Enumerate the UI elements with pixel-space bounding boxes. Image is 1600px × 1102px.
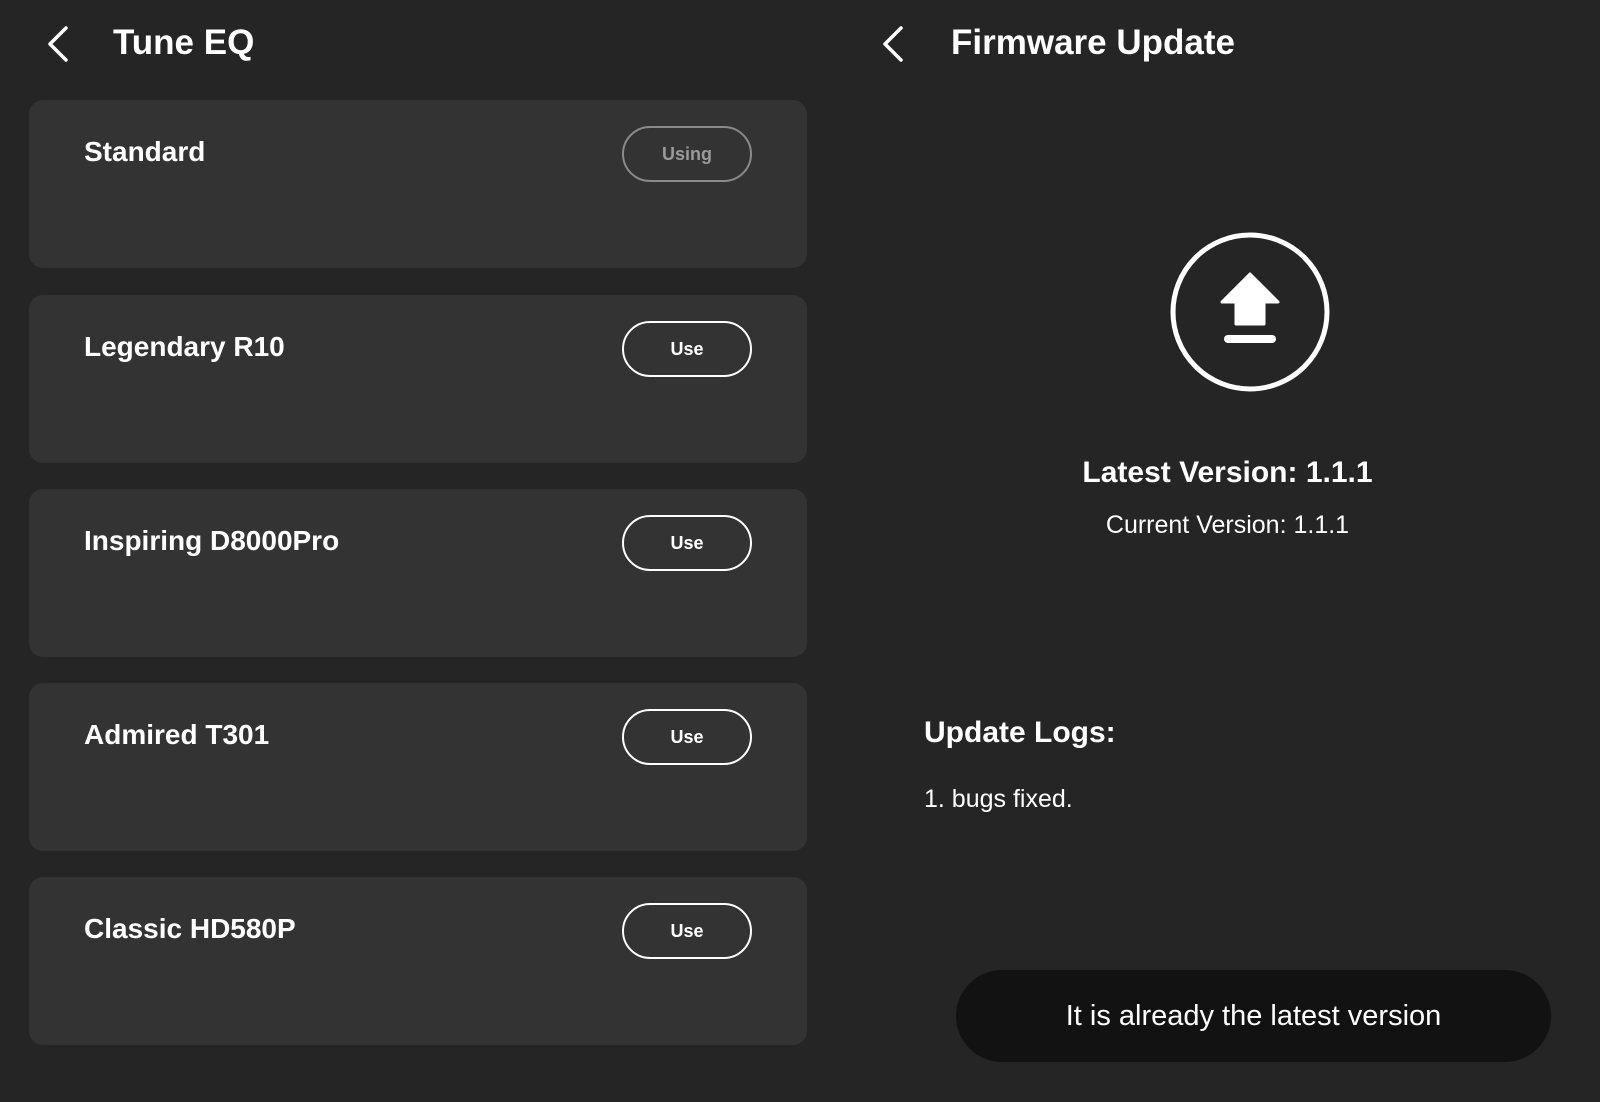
eq-preset-card-inspiring-d8000pro: Inspiring D8000Pro Use (29, 489, 807, 657)
use-button[interactable]: Use (622, 321, 752, 377)
chevron-left-icon[interactable] (40, 22, 80, 66)
eq-preset-name: Classic HD580P (84, 913, 296, 944)
tune-eq-screen: Tune EQ Standard Using Legendary R10 Use… (0, 0, 818, 1102)
use-button[interactable]: Use (622, 903, 752, 959)
eq-preset-name: Standard (84, 136, 206, 167)
use-button[interactable]: Use (622, 709, 752, 765)
eq-preset-card-legendary-r10: Legendary R10 Use (29, 295, 807, 463)
firmware-update-screen: Firmware Update Latest Version: 1.1.1 Cu… (835, 0, 1600, 1102)
eq-preset-name: Inspiring D8000Pro (84, 525, 340, 556)
status-message: It is already the latest version (956, 970, 1551, 1062)
update-logs-title: Update Logs: (924, 716, 1116, 749)
use-button[interactable]: Use (622, 515, 752, 571)
eq-preset-name: Legendary R10 (84, 331, 285, 362)
latest-version-label: Latest Version: 1.1.1 (1082, 456, 1373, 489)
page-title: Firmware Update (951, 23, 1235, 62)
eq-preset-card-admired-t301: Admired T301 Use (29, 683, 807, 851)
page-title: Tune EQ (113, 23, 255, 62)
eq-preset-card-standard: Standard Using (29, 100, 807, 268)
using-button[interactable]: Using (622, 126, 752, 182)
update-log-item: 1. bugs fixed. (924, 785, 1073, 813)
upload-icon (1170, 232, 1330, 392)
eq-preset-name: Admired T301 (84, 719, 270, 750)
current-version-label: Current Version: 1.1.1 (1105, 511, 1350, 539)
eq-preset-card-classic-hd580p: Classic HD580P Use (29, 877, 807, 1045)
chevron-left-icon[interactable] (875, 22, 915, 66)
